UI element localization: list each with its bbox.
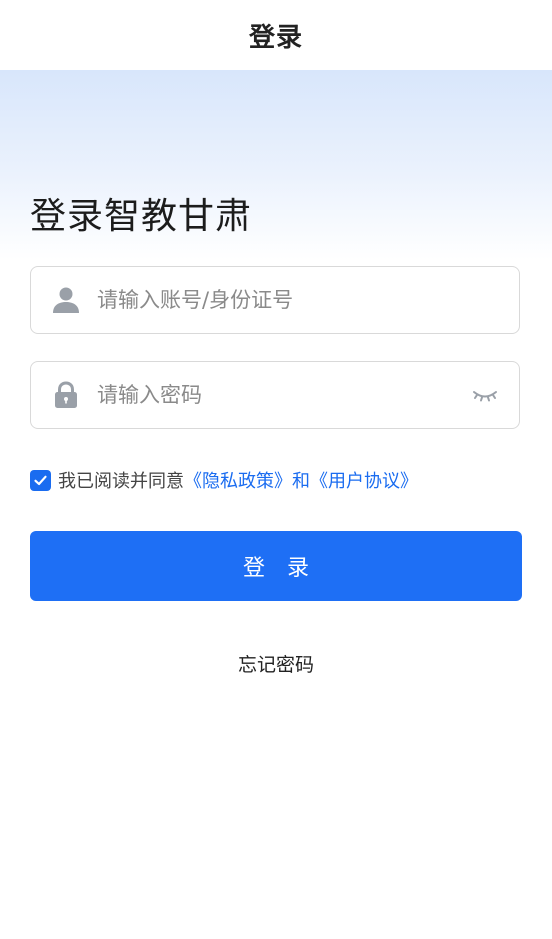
check-icon — [34, 475, 47, 485]
user-agreement-link[interactable]: 《用户协议》 — [310, 467, 418, 493]
nav-bar: 登录 — [0, 0, 552, 70]
password-field[interactable] — [30, 361, 520, 429]
login-button[interactable]: 登录 — [30, 531, 522, 601]
eye-closed-icon[interactable] — [471, 385, 499, 405]
user-icon — [53, 287, 79, 313]
forgot-password-link[interactable]: 忘记密码 — [0, 650, 552, 677]
login-page: 登录 登录智教甘肃 我已阅读并同意 — [0, 0, 552, 939]
account-field[interactable] — [30, 266, 520, 334]
page-title: 登录 — [248, 22, 303, 53]
password-input[interactable] — [97, 375, 471, 415]
agreement-row: 我已阅读并同意 《隐私政策》 和 《用户协议》 — [30, 467, 418, 493]
privacy-policy-link[interactable]: 《隐私政策》 — [184, 467, 292, 493]
agreement-checkbox[interactable] — [30, 469, 51, 491]
agreement-text: 我已阅读并同意 — [58, 471, 184, 492]
lock-icon — [55, 381, 77, 408]
agreement-joiner: 和 — [292, 471, 310, 492]
account-input[interactable] — [97, 280, 519, 320]
hero-title: 登录智教甘肃 — [30, 196, 253, 237]
